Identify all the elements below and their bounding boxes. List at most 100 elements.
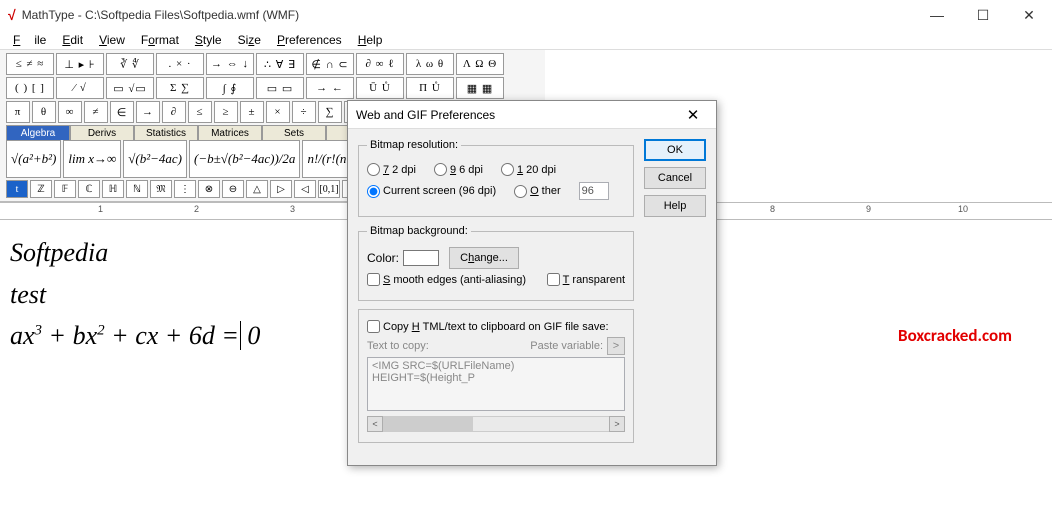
radio-120dpi[interactable]: 120 dpi <box>501 163 556 176</box>
other-dpi-input[interactable] <box>579 182 609 200</box>
toolbar-button[interactable]: ⊗ <box>198 180 220 198</box>
palette-tab[interactable]: Algebra <box>6 125 70 140</box>
toolbar-button[interactable]: ▭ ▭ <box>256 77 304 99</box>
toolbar-button[interactable]: 𝔽 <box>54 180 76 198</box>
toolbar-button[interactable]: → ← <box>306 77 354 99</box>
toolbar-button[interactable]: ▷ <box>270 180 292 198</box>
scroll-left-icon[interactable]: < <box>367 416 383 432</box>
toolbar-button[interactable]: ∑ <box>318 101 342 123</box>
toolbar-button[interactable]: θ <box>32 101 56 123</box>
toolbar-button[interactable]: ∞ <box>58 101 82 123</box>
menu-help[interactable]: Help <box>351 31 390 49</box>
ok-button[interactable]: OK <box>644 139 706 161</box>
radio-other[interactable]: Other <box>514 185 561 198</box>
toolbar-button[interactable]: ◁ <box>294 180 316 198</box>
close-button[interactable]: ✕ <box>1006 0 1052 30</box>
toolbar-button[interactable]: → ⇔ ↓ <box>206 53 254 75</box>
toolbar-button[interactable]: Λ Ω Θ <box>456 53 504 75</box>
window-title: MathType - C:\Softpedia Files\Softpedia.… <box>22 8 299 22</box>
toolbar-button[interactable]: ( ) [ ] <box>6 77 54 99</box>
paste-variable-button[interactable]: > <box>607 337 625 355</box>
toolbar-button[interactable]: ∉ ∩ ⊂ <box>306 53 354 75</box>
paste-variable-label: Paste variable: <box>530 340 603 352</box>
toolbar-button[interactable]: t <box>6 180 28 198</box>
palette-tab[interactable]: Sets <box>262 125 326 140</box>
toolbar-button[interactable]: [0,1] <box>318 180 340 198</box>
horizontal-scrollbar[interactable]: < > <box>367 416 625 432</box>
palette-tab[interactable]: Derivs <box>70 125 134 140</box>
toolbar-button[interactable]: × <box>266 101 290 123</box>
toolbar-button[interactable]: Σ ∑ <box>156 77 204 99</box>
toolbar-button[interactable]: ∛ ∜ <box>106 53 154 75</box>
toolbar-button[interactable]: ∂ <box>162 101 186 123</box>
palette-item[interactable]: lim x→∞ <box>63 140 121 178</box>
dialog-title: Web and GIF Preferences <box>356 108 495 122</box>
toolbar-button[interactable]: ≤ <box>188 101 212 123</box>
toolbar-button[interactable]: Π Ů <box>406 77 454 99</box>
toolbar-button[interactable]: ⁄ √ <box>56 77 104 99</box>
toolbar-button[interactable]: λ ω θ <box>406 53 454 75</box>
palette-item[interactable]: √(a²+b²) <box>6 140 61 178</box>
toolbar-button[interactable]: ÷ <box>292 101 316 123</box>
transparent-checkbox[interactable]: Transparent <box>547 273 625 286</box>
toolbar-button[interactable]: ▭ √▭ <box>106 77 154 99</box>
toolbar-button[interactable]: ≤ ≠ ≈ <box>6 53 54 75</box>
toolbar-button[interactable]: ≥ <box>214 101 238 123</box>
dialog-close-button[interactable]: ✕ <box>678 103 708 127</box>
toolbar-button[interactable]: ℂ <box>78 180 100 198</box>
group-legend: Bitmap background: <box>367 225 471 237</box>
menu-edit[interactable]: Edit <box>55 31 90 49</box>
bitmap-resolution-group: Bitmap resolution: 72 dpi 96 dpi 120 dpi… <box>358 139 634 217</box>
toolbar-button[interactable]: → <box>136 101 160 123</box>
radio-96dpi[interactable]: 96 dpi <box>434 163 483 176</box>
group-legend: Bitmap resolution: <box>367 139 461 151</box>
toolbar-button[interactable]: △ <box>246 180 268 198</box>
toolbar-button[interactable]: ∫ ∮ <box>206 77 254 99</box>
menubar: File Edit View Format Style Size Prefere… <box>0 30 1052 50</box>
toolbar-button[interactable]: Ū Ů <box>356 77 404 99</box>
toolbar-button[interactable]: ± <box>240 101 264 123</box>
toolbar-button[interactable]: ∈ <box>110 101 134 123</box>
toolbar-button[interactable]: ∴ ∀ ∃ <box>256 53 304 75</box>
color-label: Color: <box>367 251 399 265</box>
cancel-button[interactable]: Cancel <box>644 167 706 189</box>
app-logo-icon: √ <box>8 7 16 23</box>
help-button[interactable]: Help <box>644 195 706 217</box>
titlebar: √ MathType - C:\Softpedia Files\Softpedi… <box>0 0 1052 30</box>
menu-size[interactable]: Size <box>231 31 268 49</box>
toolbar-button[interactable]: 𝔐 <box>150 180 172 198</box>
maximize-button[interactable]: ☐ <box>960 0 1006 30</box>
toolbar-button[interactable]: ≠ <box>84 101 108 123</box>
toolbar-button[interactable]: ∂ ∞ ℓ <box>356 53 404 75</box>
toolbar-button[interactable]: ℤ <box>30 180 52 198</box>
menu-preferences[interactable]: Preferences <box>270 31 349 49</box>
palette-item[interactable]: (−b±√(b²−4ac))/2a <box>189 140 300 178</box>
bitmap-background-group: Bitmap background: Color: Change... Smoo… <box>358 225 634 301</box>
copy-html-checkbox[interactable]: Copy HTML/text to clipboard on GIF file … <box>367 320 609 333</box>
preferences-dialog: Web and GIF Preferences ✕ Bitmap resolut… <box>347 100 717 466</box>
toolbar-button[interactable]: ℕ <box>126 180 148 198</box>
radio-72dpi[interactable]: 72 dpi <box>367 163 416 176</box>
radio-current-screen[interactable]: Current screen (96 dpi) <box>367 185 496 198</box>
palette-item[interactable]: √(b²−4ac) <box>123 140 187 178</box>
menu-format[interactable]: Format <box>134 31 186 49</box>
smooth-edges-checkbox[interactable]: Smooth edges (anti-aliasing) <box>367 273 526 286</box>
menu-style[interactable]: Style <box>188 31 229 49</box>
scroll-right-icon[interactable]: > <box>609 416 625 432</box>
toolbar-button[interactable]: ⋮ <box>174 180 196 198</box>
menu-view[interactable]: View <box>92 31 132 49</box>
template-textarea[interactable] <box>367 357 625 411</box>
toolbar-button[interactable]: ▦ ▦ <box>456 77 504 99</box>
minimize-button[interactable]: — <box>914 0 960 30</box>
toolbar-button[interactable]: π <box>6 101 30 123</box>
palette-tab[interactable]: Statistics <box>134 125 198 140</box>
toolbar-button[interactable]: ℍ <box>102 180 124 198</box>
toolbar-button[interactable]: ⊖ <box>222 180 244 198</box>
change-color-button[interactable]: Change... <box>449 247 519 269</box>
copy-html-group: Copy HTML/text to clipboard on GIF file … <box>358 309 634 443</box>
menu-file[interactable]: File <box>6 31 53 49</box>
palette-tab[interactable]: Matrices <box>198 125 262 140</box>
toolbar-button[interactable]: ⊥ ▸ ⊦ <box>56 53 104 75</box>
toolbar-button[interactable]: . × · <box>156 53 204 75</box>
color-swatch <box>403 250 439 266</box>
